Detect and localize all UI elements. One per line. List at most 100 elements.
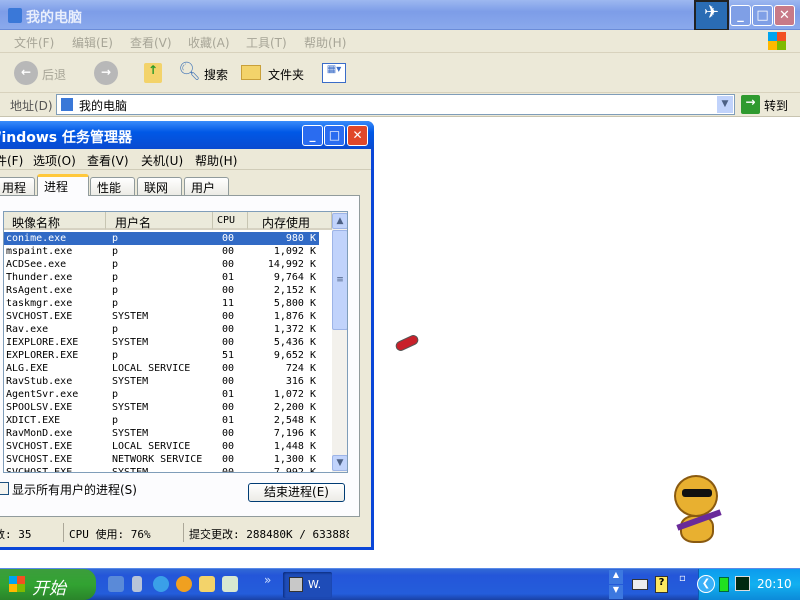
menu-shutdown[interactable]: 关机(U) <box>141 152 183 169</box>
explorer-title-bar[interactable]: 我的电脑 ✈ _ □ ✕ <box>0 0 800 31</box>
process-cpu: 00 <box>222 259 235 270</box>
scroll-thumb[interactable]: ≡ <box>332 230 347 330</box>
media-player-icon[interactable] <box>176 576 192 592</box>
tab-performance[interactable]: 性能 <box>90 177 135 195</box>
show-all-users-label: 显示所有用户的进程(S) <box>12 483 137 497</box>
process-row[interactable]: SVCHOST.EXE NETWORK SERVICE 00 1,300 K <box>4 453 319 466</box>
task-manager-menu-bar: 件(F) 选项(O) 查看(V) 关机(U) 帮助(H) <box>0 149 371 170</box>
menu-tools[interactable]: 工具(T) <box>246 34 287 51</box>
process-row[interactable]: taskmgr.exe p 11 5,800 K <box>4 297 319 310</box>
scroll-up-button[interactable]: ▲ <box>332 213 347 229</box>
taskbar-scroll-down[interactable]: ▼ <box>609 585 623 599</box>
minimize-button[interactable]: _ <box>730 5 751 26</box>
back-arrow-icon: ← <box>14 61 38 85</box>
go-button[interactable]: → 转到 <box>741 95 796 115</box>
process-name: mspaint.exe <box>6 246 73 257</box>
process-user: SYSTEM <box>112 428 149 439</box>
column-memory[interactable]: 内存使用 <box>248 212 332 230</box>
up-folder-icon[interactable]: ↑ <box>144 63 162 83</box>
process-row[interactable]: IEXPLORE.EXE SYSTEM 00 5,436 K <box>4 336 319 349</box>
column-user-name[interactable]: 用户名 <box>106 212 213 230</box>
tab-processes[interactable]: 进程 <box>37 174 89 196</box>
tab-users[interactable]: 用户 <box>184 177 229 195</box>
menu-edit[interactable]: 编辑(E) <box>72 34 113 51</box>
show-all-users-checkbox[interactable] <box>0 482 9 495</box>
process-row[interactable]: RavMonD.exe SYSTEM 00 7,196 K <box>4 427 319 440</box>
process-row[interactable]: RsAgent.exe p 00 2,152 K <box>4 284 319 297</box>
process-row[interactable]: SVCHOST.EXE SYSTEM 00 7,992 K <box>4 466 319 472</box>
process-row[interactable]: ACDSee.exe p 00 14,992 K <box>4 258 319 271</box>
start-button[interactable]: 开始 <box>0 569 96 600</box>
start-label: 开始 <box>32 579 66 599</box>
process-row[interactable]: RavStub.exe SYSTEM 00 316 K <box>4 375 319 388</box>
recycle-bin-icon[interactable] <box>222 576 238 592</box>
process-memory: 1,448 K <box>273 441 316 452</box>
close-button[interactable]: ✕ <box>347 125 368 146</box>
process-memory: 14,992 K <box>267 259 316 270</box>
tab-networking[interactable]: 联网 <box>137 177 182 195</box>
process-row[interactable]: AgentSvr.exe p 01 1,072 K <box>4 388 319 401</box>
menu-view[interactable]: 查看(V) <box>87 152 129 169</box>
process-user: NETWORK SERVICE <box>112 454 203 465</box>
scroll-down-button[interactable]: ▼ <box>332 455 347 471</box>
maximize-button[interactable]: □ <box>324 125 345 146</box>
address-input[interactable]: 我的电脑 ▼ <box>56 94 735 115</box>
views-button[interactable]: ▦▾ <box>322 63 346 83</box>
process-list-scrollbar[interactable]: ▲ ≡ ▼ <box>332 212 347 472</box>
process-name: taskmgr.exe <box>6 298 73 309</box>
tray-expand-button[interactable]: ❮ <box>697 575 715 593</box>
process-row[interactable]: SPOOLSV.EXE SYSTEM 00 2,200 K <box>4 401 319 414</box>
task-manager-title-bar[interactable]: Windows 任务管理器 _ □ ✕ <box>0 121 374 149</box>
menu-favorites[interactable]: 收藏(A) <box>188 34 230 51</box>
outlook-icon[interactable] <box>108 576 124 592</box>
taskbar-task-taskmgr[interactable]: W. <box>283 572 332 598</box>
process-row[interactable]: EXPLORER.EXE p 51 9,652 K <box>4 349 319 362</box>
computer-icon[interactable] <box>132 576 142 592</box>
process-row[interactable]: SVCHOST.EXE LOCAL SERVICE 00 1,448 K <box>4 440 319 453</box>
column-cpu[interactable]: CPU <box>213 212 248 230</box>
column-image-name[interactable]: 映像名称 <box>4 212 106 230</box>
menu-file[interactable]: 文件(F) <box>14 34 54 51</box>
menu-help[interactable]: 帮助(H) <box>195 152 237 169</box>
process-cpu: 00 <box>222 246 235 257</box>
process-cpu: 01 <box>222 389 235 400</box>
tab-applications[interactable]: 用程序 <box>0 177 35 212</box>
clock[interactable]: 20:10 <box>757 577 792 591</box>
process-row[interactable]: ALG.EXE LOCAL SERVICE 00 724 K <box>4 362 319 375</box>
printer-icon[interactable] <box>199 576 215 592</box>
menu-view[interactable]: 查看(V) <box>130 34 172 51</box>
process-row[interactable]: Rav.exe p 00 1,372 K <box>4 323 319 336</box>
folders-button[interactable]: 文件夹 <box>241 61 309 85</box>
performance-monitor-icon[interactable] <box>735 576 750 591</box>
end-process-button[interactable]: 结束进程(E) <box>248 483 345 502</box>
process-user: SYSTEM <box>112 376 149 387</box>
network-status-icon[interactable] <box>719 577 729 592</box>
process-row[interactable]: mspaint.exe p 00 1,092 K <box>4 245 319 258</box>
keyboard-icon[interactable] <box>632 579 648 590</box>
status-commit: 提交更改: 288480K / 633888K <box>189 528 349 541</box>
back-button[interactable]: ← 后退 <box>14 61 84 87</box>
address-dropdown-button[interactable]: ▼ <box>717 96 733 113</box>
menu-help[interactable]: 帮助(H) <box>304 34 346 51</box>
forward-button[interactable]: → <box>94 61 118 85</box>
restore-icon[interactable]: ▫ <box>679 573 686 584</box>
process-row[interactable]: SVCHOST.EXE SYSTEM 00 1,876 K <box>4 310 319 323</box>
menu-options[interactable]: 选项(O) <box>33 152 76 169</box>
quick-launch-chevron[interactable]: » <box>264 573 271 587</box>
taskbar-scroll-up[interactable]: ▲ <box>609 570 623 584</box>
close-button[interactable]: ✕ <box>774 5 795 26</box>
process-row[interactable]: Thunder.exe p 01 9,764 K <box>4 271 319 284</box>
minimize-button[interactable]: _ <box>302 125 323 146</box>
maximize-button[interactable]: □ <box>752 5 773 26</box>
pen-cursor-icon <box>394 333 420 353</box>
search-button[interactable]: 🔍︎ 搜索 <box>178 61 233 85</box>
menu-file[interactable]: 件(F) <box>0 152 23 169</box>
process-row[interactable]: XDICT.EXE p 01 2,548 K <box>4 414 319 427</box>
internet-explorer-icon[interactable] <box>153 576 169 592</box>
process-memory: 316 K <box>285 376 316 387</box>
help-icon[interactable]: ? <box>655 576 668 593</box>
process-row[interactable]: conime.exe p 00 980 K <box>4 232 319 245</box>
process-name: RavMonD.exe <box>6 428 73 439</box>
process-cpu: 00 <box>222 363 235 374</box>
system-tray: ❮ 20:10 <box>697 569 800 600</box>
